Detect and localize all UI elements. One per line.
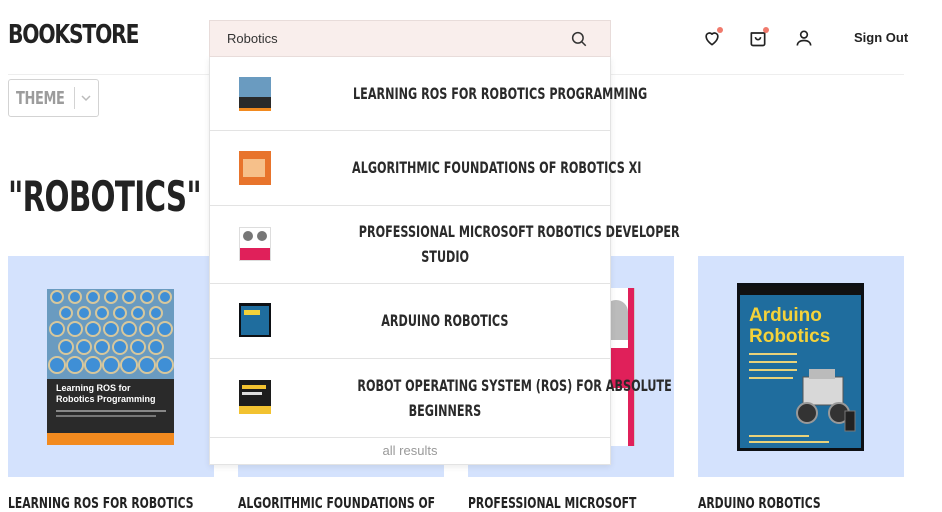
- theme-select-toggle[interactable]: [75, 92, 98, 104]
- result-title: ALGORITHMIC FOUNDATIONS OF ROBOTICS XI: [352, 158, 642, 177]
- search-icon[interactable]: [570, 30, 588, 48]
- search-result-item[interactable]: LEARNING ROS FOR ROBOTICS PROGRAMMING: [210, 57, 647, 131]
- book-card-title[interactable]: LEARNING ROS FOR ROBOTICS: [8, 494, 194, 512]
- result-title-line2: BEGINNERS: [408, 401, 482, 420]
- book-cover: Arduino Robotics: [737, 283, 864, 451]
- cover-footer-bar: [47, 433, 174, 445]
- result-title-line2: STUDIO: [421, 247, 469, 266]
- cart-button[interactable]: [746, 26, 770, 50]
- cover-art: [47, 289, 174, 379]
- result-thumbnail: [239, 77, 271, 111]
- wishlist-badge: [717, 27, 723, 33]
- user-icon: [796, 30, 812, 46]
- book-cover: Learning ROS for Robotics Programming: [47, 289, 174, 445]
- all-results-link[interactable]: all results: [210, 438, 610, 464]
- result-title-line1: PROFESSIONAL MICROSOFT ROBOTICS DEVELOPE…: [358, 222, 680, 241]
- search-result-item[interactable]: ALGORITHMIC FOUNDATIONS OF ROBOTICS XI: [210, 131, 641, 206]
- result-thumbnail: [239, 151, 271, 185]
- search-result-item[interactable]: PROFESSIONAL MICROSOFT ROBOTICS DEVELOPE…: [210, 206, 680, 284]
- result-title: ARDUINO ROBOTICS: [381, 311, 509, 330]
- theme-select[interactable]: THEME: [8, 79, 99, 117]
- sign-out-link[interactable]: Sign Out: [854, 30, 908, 45]
- search-autocomplete: LEARNING ROS FOR ROBOTICS PROGRAMMING AL…: [209, 20, 680, 465]
- search-result-item[interactable]: ARDUINO ROBOTICS: [210, 284, 610, 359]
- robot-illustration: [796, 369, 856, 432]
- cart-badge: [763, 27, 769, 33]
- theme-select-label: THEME: [16, 87, 65, 109]
- result-thumbnail: [239, 227, 271, 261]
- site-logo[interactable]: BOOKSTORE: [8, 20, 139, 50]
- search-bar[interactable]: [209, 20, 611, 57]
- result-title: LEARNING ROS FOR ROBOTICS PROGRAMMING: [353, 84, 648, 103]
- book-card-title[interactable]: ALGORITHMIC FOUNDATIONS OF: [238, 494, 435, 512]
- book-card-title[interactable]: ARDUINO ROBOTICS: [698, 494, 821, 512]
- chevron-down-icon: [81, 95, 91, 102]
- cover-title-line2: Robotics: [749, 326, 831, 347]
- cover-title-line1: Arduino: [749, 305, 822, 326]
- wishlist-button[interactable]: [700, 26, 724, 50]
- search-input[interactable]: [210, 30, 559, 47]
- header-actions: [700, 26, 838, 50]
- cover-title-line2: Robotics Programming: [56, 394, 156, 404]
- result-title-line1: ROBOT OPERATING SYSTEM (ROS) FOR ABSOLUT…: [357, 376, 672, 395]
- search-result-item[interactable]: ROBOT OPERATING SYSTEM (ROS) FOR ABSOLUT…: [210, 359, 672, 438]
- result-thumbnail: [239, 380, 271, 414]
- book-card[interactable]: Arduino Robotics: [698, 256, 904, 477]
- cover-title-line1: Learning ROS for: [56, 383, 131, 393]
- search-results-dropdown: LEARNING ROS FOR ROBOTICS PROGRAMMING AL…: [209, 57, 680, 465]
- result-thumbnail: [239, 303, 271, 337]
- account-button[interactable]: [792, 26, 816, 50]
- book-card[interactable]: Learning ROS for Robotics Programming: [8, 256, 214, 477]
- book-card-title[interactable]: PROFESSIONAL MICROSOFT: [468, 494, 636, 512]
